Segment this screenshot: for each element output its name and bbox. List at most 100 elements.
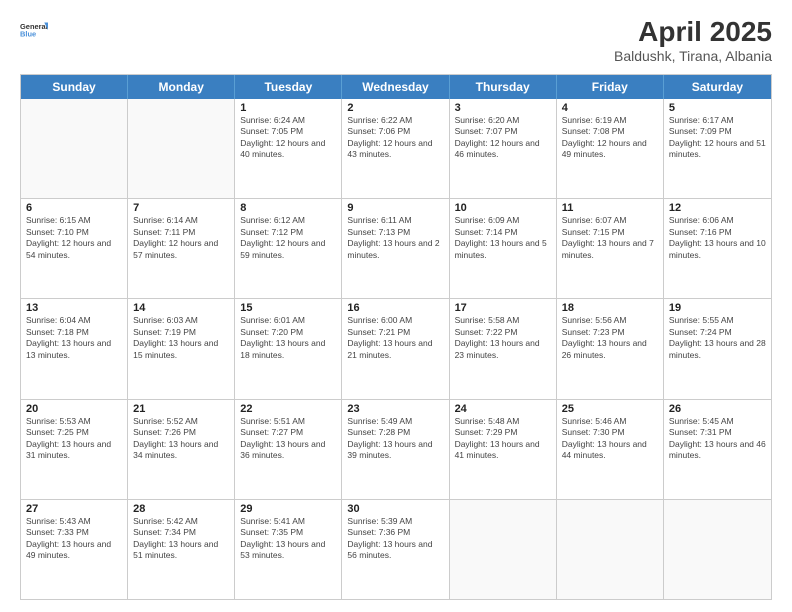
day-number: 15 [240, 302, 336, 314]
day-info: Sunrise: 5:52 AM Sunset: 7:26 PM Dayligh… [133, 416, 229, 462]
day-number: 17 [455, 302, 551, 314]
calendar-header: SundayMondayTuesdayWednesdayThursdayFrid… [21, 75, 771, 99]
day-cell-20: 20Sunrise: 5:53 AM Sunset: 7:25 PM Dayli… [21, 400, 128, 499]
day-cell-13: 13Sunrise: 6:04 AM Sunset: 7:18 PM Dayli… [21, 299, 128, 398]
day-info: Sunrise: 5:41 AM Sunset: 7:35 PM Dayligh… [240, 516, 336, 562]
calendar-row-1: 6Sunrise: 6:15 AM Sunset: 7:10 PM Daylig… [21, 198, 771, 298]
day-info: Sunrise: 6:20 AM Sunset: 7:07 PM Dayligh… [455, 115, 551, 161]
day-info: Sunrise: 5:55 AM Sunset: 7:24 PM Dayligh… [669, 315, 766, 361]
header-cell-friday: Friday [557, 75, 664, 99]
day-cell-27: 27Sunrise: 5:43 AM Sunset: 7:33 PM Dayli… [21, 500, 128, 599]
day-cell-15: 15Sunrise: 6:01 AM Sunset: 7:20 PM Dayli… [235, 299, 342, 398]
day-cell-9: 9Sunrise: 6:11 AM Sunset: 7:13 PM Daylig… [342, 199, 449, 298]
day-info: Sunrise: 6:00 AM Sunset: 7:21 PM Dayligh… [347, 315, 443, 361]
day-number: 30 [347, 503, 443, 515]
day-cell-22: 22Sunrise: 5:51 AM Sunset: 7:27 PM Dayli… [235, 400, 342, 499]
day-cell-19: 19Sunrise: 5:55 AM Sunset: 7:24 PM Dayli… [664, 299, 771, 398]
day-number: 8 [240, 202, 336, 214]
day-number: 12 [669, 202, 766, 214]
day-cell-26: 26Sunrise: 5:45 AM Sunset: 7:31 PM Dayli… [664, 400, 771, 499]
day-cell-3: 3Sunrise: 6:20 AM Sunset: 7:07 PM Daylig… [450, 99, 557, 198]
day-cell-14: 14Sunrise: 6:03 AM Sunset: 7:19 PM Dayli… [128, 299, 235, 398]
day-info: Sunrise: 6:06 AM Sunset: 7:16 PM Dayligh… [669, 215, 766, 261]
day-number: 26 [669, 403, 766, 415]
day-cell-10: 10Sunrise: 6:09 AM Sunset: 7:14 PM Dayli… [450, 199, 557, 298]
day-info: Sunrise: 6:04 AM Sunset: 7:18 PM Dayligh… [26, 315, 122, 361]
svg-text:Blue: Blue [20, 30, 36, 39]
day-info: Sunrise: 5:49 AM Sunset: 7:28 PM Dayligh… [347, 416, 443, 462]
day-info: Sunrise: 6:24 AM Sunset: 7:05 PM Dayligh… [240, 115, 336, 161]
day-cell-24: 24Sunrise: 5:48 AM Sunset: 7:29 PM Dayli… [450, 400, 557, 499]
day-info: Sunrise: 5:53 AM Sunset: 7:25 PM Dayligh… [26, 416, 122, 462]
day-number: 25 [562, 403, 658, 415]
day-cell-12: 12Sunrise: 6:06 AM Sunset: 7:16 PM Dayli… [664, 199, 771, 298]
day-number: 23 [347, 403, 443, 415]
day-info: Sunrise: 5:56 AM Sunset: 7:23 PM Dayligh… [562, 315, 658, 361]
header-cell-tuesday: Tuesday [235, 75, 342, 99]
day-number: 28 [133, 503, 229, 515]
header-cell-monday: Monday [128, 75, 235, 99]
day-info: Sunrise: 5:51 AM Sunset: 7:27 PM Dayligh… [240, 416, 336, 462]
day-cell-29: 29Sunrise: 5:41 AM Sunset: 7:35 PM Dayli… [235, 500, 342, 599]
header: GeneralBlue April 2025 Baldushk, Tirana,… [20, 16, 772, 64]
header-cell-thursday: Thursday [450, 75, 557, 99]
day-info: Sunrise: 5:45 AM Sunset: 7:31 PM Dayligh… [669, 416, 766, 462]
day-number: 16 [347, 302, 443, 314]
month-year: April 2025 [614, 16, 772, 48]
day-info: Sunrise: 5:43 AM Sunset: 7:33 PM Dayligh… [26, 516, 122, 562]
day-cell-empty-0-1 [128, 99, 235, 198]
day-number: 10 [455, 202, 551, 214]
day-number: 18 [562, 302, 658, 314]
day-number: 21 [133, 403, 229, 415]
day-cell-21: 21Sunrise: 5:52 AM Sunset: 7:26 PM Dayli… [128, 400, 235, 499]
day-cell-25: 25Sunrise: 5:46 AM Sunset: 7:30 PM Dayli… [557, 400, 664, 499]
day-info: Sunrise: 5:39 AM Sunset: 7:36 PM Dayligh… [347, 516, 443, 562]
day-info: Sunrise: 6:17 AM Sunset: 7:09 PM Dayligh… [669, 115, 766, 161]
day-number: 2 [347, 102, 443, 114]
day-number: 3 [455, 102, 551, 114]
header-cell-saturday: Saturday [664, 75, 771, 99]
day-cell-1: 1Sunrise: 6:24 AM Sunset: 7:05 PM Daylig… [235, 99, 342, 198]
day-info: Sunrise: 6:11 AM Sunset: 7:13 PM Dayligh… [347, 215, 443, 261]
day-info: Sunrise: 5:42 AM Sunset: 7:34 PM Dayligh… [133, 516, 229, 562]
day-number: 24 [455, 403, 551, 415]
location: Baldushk, Tirana, Albania [614, 48, 772, 64]
calendar-body: 1Sunrise: 6:24 AM Sunset: 7:05 PM Daylig… [21, 99, 771, 599]
day-info: Sunrise: 6:19 AM Sunset: 7:08 PM Dayligh… [562, 115, 658, 161]
day-cell-empty-0-0 [21, 99, 128, 198]
day-cell-empty-4-5 [557, 500, 664, 599]
day-cell-30: 30Sunrise: 5:39 AM Sunset: 7:36 PM Dayli… [342, 500, 449, 599]
day-cell-23: 23Sunrise: 5:49 AM Sunset: 7:28 PM Dayli… [342, 400, 449, 499]
day-cell-8: 8Sunrise: 6:12 AM Sunset: 7:12 PM Daylig… [235, 199, 342, 298]
day-number: 9 [347, 202, 443, 214]
calendar-row-0: 1Sunrise: 6:24 AM Sunset: 7:05 PM Daylig… [21, 99, 771, 198]
day-cell-4: 4Sunrise: 6:19 AM Sunset: 7:08 PM Daylig… [557, 99, 664, 198]
day-number: 1 [240, 102, 336, 114]
day-number: 14 [133, 302, 229, 314]
day-cell-11: 11Sunrise: 6:07 AM Sunset: 7:15 PM Dayli… [557, 199, 664, 298]
day-info: Sunrise: 5:48 AM Sunset: 7:29 PM Dayligh… [455, 416, 551, 462]
day-info: Sunrise: 6:03 AM Sunset: 7:19 PM Dayligh… [133, 315, 229, 361]
day-number: 29 [240, 503, 336, 515]
calendar-row-3: 20Sunrise: 5:53 AM Sunset: 7:25 PM Dayli… [21, 399, 771, 499]
calendar: SundayMondayTuesdayWednesdayThursdayFrid… [20, 74, 772, 600]
logo: GeneralBlue [20, 16, 48, 44]
day-number: 22 [240, 403, 336, 415]
day-number: 20 [26, 403, 122, 415]
page: GeneralBlue April 2025 Baldushk, Tirana,… [0, 0, 792, 612]
day-number: 5 [669, 102, 766, 114]
day-cell-7: 7Sunrise: 6:14 AM Sunset: 7:11 PM Daylig… [128, 199, 235, 298]
logo-icon: GeneralBlue [20, 16, 48, 44]
day-info: Sunrise: 6:01 AM Sunset: 7:20 PM Dayligh… [240, 315, 336, 361]
day-info: Sunrise: 6:14 AM Sunset: 7:11 PM Dayligh… [133, 215, 229, 261]
day-cell-16: 16Sunrise: 6:00 AM Sunset: 7:21 PM Dayli… [342, 299, 449, 398]
header-cell-sunday: Sunday [21, 75, 128, 99]
day-number: 27 [26, 503, 122, 515]
day-cell-28: 28Sunrise: 5:42 AM Sunset: 7:34 PM Dayli… [128, 500, 235, 599]
day-cell-empty-4-6 [664, 500, 771, 599]
day-number: 4 [562, 102, 658, 114]
day-info: Sunrise: 6:07 AM Sunset: 7:15 PM Dayligh… [562, 215, 658, 261]
day-number: 19 [669, 302, 766, 314]
day-info: Sunrise: 6:22 AM Sunset: 7:06 PM Dayligh… [347, 115, 443, 161]
day-number: 13 [26, 302, 122, 314]
